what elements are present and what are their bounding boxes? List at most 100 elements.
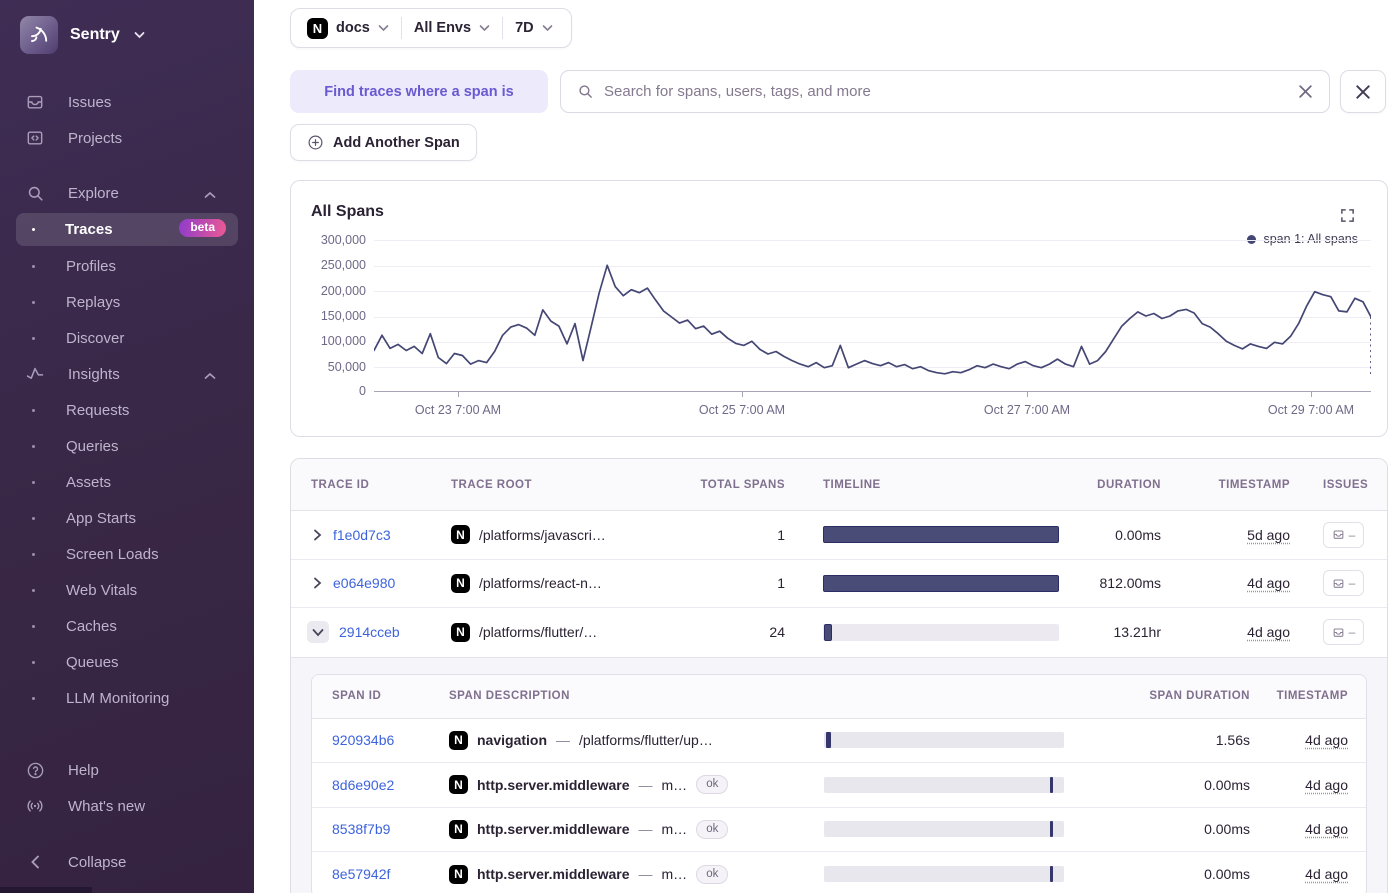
sidebar-item-queues[interactable]: Queues — [0, 644, 254, 680]
span-row[interactable]: 8d6e90e2 N http.server.middleware — m… o… — [312, 763, 1366, 808]
chevron-down-icon — [378, 20, 389, 36]
workspace-name: Sentry — [70, 26, 120, 43]
trace-id-link[interactable]: 2914cceb — [339, 624, 400, 640]
section-label: Explore — [68, 184, 119, 202]
span-row[interactable]: 8e57942f N http.server.middleware — m… o… — [312, 852, 1366, 893]
sidebar-nav: Issues Projects Explore Traces beta Prof… — [0, 84, 254, 716]
sidebar-item-traces[interactable]: Traces beta — [16, 213, 238, 246]
y-axis-tick: 50,000 — [327, 360, 366, 374]
date-range-selector[interactable]: 7D — [503, 20, 557, 36]
span-status-badge: ok — [696, 864, 729, 884]
issues-button[interactable]: – — [1323, 521, 1364, 548]
issues-button[interactable]: – — [1323, 619, 1364, 646]
timeline-track — [824, 776, 1064, 793]
bullet-dot — [32, 264, 35, 268]
span-id-link[interactable]: 8538f7b9 — [312, 821, 449, 837]
chevron-down-icon — [479, 20, 490, 36]
sidebar-item-replays[interactable]: Replays — [0, 284, 254, 320]
expand-chevron-icon[interactable] — [311, 529, 323, 541]
trace-row-expanded[interactable]: 2914cceb N /platforms/flutter/… 24 13.21… — [291, 608, 1387, 657]
project-selector[interactable]: N docs — [305, 17, 401, 39]
issues-count-empty: – — [1348, 576, 1356, 591]
bullet-dot — [32, 336, 35, 340]
sidebar-item-projects[interactable]: Projects — [0, 120, 254, 156]
sidebar-item-label: Discover — [66, 329, 125, 347]
nextjs-project-icon: N — [449, 730, 468, 750]
search-input[interactable] — [604, 83, 1288, 100]
nextjs-project-icon: N — [451, 573, 470, 593]
sidebar-item-queries[interactable]: Queries — [0, 428, 254, 464]
sidebar-item-assets[interactable]: Assets — [0, 464, 254, 500]
span-row[interactable]: 8538f7b9 N http.server.middleware — m… o… — [312, 808, 1366, 852]
sidebar-item-label: Requests — [66, 401, 130, 419]
plus-circle-icon — [307, 134, 324, 151]
column-header: TIMESTAMP — [1276, 690, 1348, 702]
x-axis-label: Oct 23 7:00 AM — [414, 403, 502, 417]
nextjs-project-icon: N — [451, 525, 470, 545]
sidebar-item-label: Caches — [66, 617, 117, 635]
sidebar-item-profiles[interactable]: Profiles — [0, 248, 254, 284]
help-icon — [24, 761, 46, 780]
close-icon — [1355, 84, 1371, 100]
sidebar-item-caches[interactable]: Caches — [0, 608, 254, 644]
span-id-link[interactable]: 920934b6 — [312, 732, 449, 748]
nextjs-project-icon: N — [449, 819, 468, 839]
span-id-link[interactable]: 8e57942f — [312, 866, 449, 882]
trace-row[interactable]: e064e980 N /platforms/react-n… 1 812.00m… — [291, 560, 1387, 608]
sidebar-item-label: Traces — [65, 221, 113, 238]
fullscreen-icon[interactable] — [1340, 208, 1355, 228]
trace-row[interactable]: f1e0d7c3 N /platforms/javascri… 1 0.00ms… — [291, 511, 1387, 560]
collapse-button[interactable]: Collapse — [0, 844, 254, 880]
chevron-up-icon[interactable] — [204, 186, 216, 204]
timeline-bar — [823, 526, 1059, 544]
sidebar-item-web-vitals[interactable]: Web Vitals — [0, 572, 254, 608]
span-duration-value: 0.00ms — [1204, 866, 1250, 883]
sidebar-item-whats-new[interactable]: What's new — [0, 788, 254, 824]
timeline-track — [823, 526, 1059, 544]
chevron-up-icon[interactable] — [204, 367, 216, 385]
timeline-track — [823, 623, 1059, 641]
traces-table-header: TRACE ID TRACE ROOT TOTAL SPANS TIMELINE… — [291, 459, 1387, 511]
add-another-span-button[interactable]: Add Another Span — [290, 124, 477, 161]
timestamp-value: 4d ago — [1247, 624, 1290, 641]
spans-table: SPAN ID SPAN DESCRIPTION SPAN DURATION T… — [311, 673, 1367, 893]
workspace-switcher[interactable]: Sentry — [20, 14, 238, 56]
issues-button[interactable]: – — [1323, 570, 1364, 597]
span-duration-value: 1.56s — [1215, 732, 1250, 749]
sidebar-item-help[interactable]: Help — [0, 752, 254, 788]
bullet-dot — [32, 300, 35, 304]
timeline-tick — [1049, 776, 1053, 793]
sidebar-item-issues[interactable]: Issues — [0, 84, 254, 120]
bullet-dot — [32, 588, 35, 592]
collapse-chevron-icon[interactable] — [307, 621, 329, 644]
trace-id-link[interactable]: f1e0d7c3 — [333, 527, 391, 543]
span-description: m… — [661, 821, 688, 838]
clear-search-icon[interactable] — [1298, 84, 1313, 99]
sidebar-item-screen-loads[interactable]: Screen Loads — [0, 536, 254, 572]
sidebar-item-llm-monitoring[interactable]: LLM Monitoring — [0, 680, 254, 716]
timeline-bar — [823, 574, 1059, 592]
bullet-dot — [32, 696, 35, 700]
remove-span-query-button[interactable] — [1340, 70, 1386, 113]
x-axis-label: Oct 27 7:00 AM — [983, 403, 1071, 417]
nextjs-project-icon: N — [451, 622, 470, 642]
span-op: http.server.middleware — [477, 776, 630, 793]
sidebar-item-discover[interactable]: Discover — [0, 320, 254, 356]
trace-id-link[interactable]: e064e980 — [333, 575, 395, 591]
span-row[interactable]: 920934b6 N navigation — /platforms/flutt… — [312, 719, 1366, 763]
bullet-dot — [32, 516, 35, 520]
span-op: navigation — [477, 732, 548, 749]
sidebar-item-app-starts[interactable]: App Starts — [0, 500, 254, 536]
environment-selector[interactable]: All Envs — [402, 20, 502, 36]
expanded-trace-spans: SPAN ID SPAN DESCRIPTION SPAN DURATION T… — [291, 656, 1387, 893]
sidebar-item-requests[interactable]: Requests — [0, 392, 254, 428]
column-header: TRACE ROOT — [451, 478, 533, 491]
clipped-footer-element — [0, 887, 92, 893]
expand-chevron-icon[interactable] — [311, 577, 323, 589]
y-axis-tick: 250,000 — [320, 258, 366, 272]
span-id-link[interactable]: 8d6e90e2 — [312, 777, 449, 793]
span-status-badge: ok — [696, 819, 729, 839]
separator: — — [638, 776, 653, 793]
sidebar-item-label: Help — [68, 761, 99, 779]
timestamp-value: 4d ago — [1305, 866, 1348, 883]
